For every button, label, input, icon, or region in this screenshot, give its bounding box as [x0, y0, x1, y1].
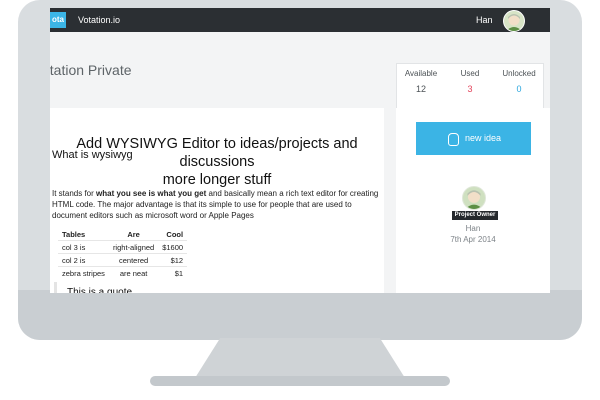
stat-available: Available 12 [397, 64, 445, 94]
page-header: otation Private Available 12 Used 3 Unlo… [50, 32, 550, 109]
owner-name[interactable]: Han [396, 224, 550, 233]
new-idea-label: new idea [465, 133, 502, 143]
user-name[interactable]: Han [476, 8, 493, 32]
description-paragraph: It stands for what you see is what you g… [52, 188, 380, 221]
table-cell: $1 [158, 266, 188, 279]
stat-used: Used 3 [446, 64, 494, 94]
table-row: col 2 is centered $12 [58, 253, 188, 267]
table-cell: $12 [158, 253, 188, 267]
monitor-stand [195, 338, 405, 378]
table-cell: are neat [108, 266, 159, 279]
monitor-stand-base [150, 376, 450, 386]
example-table: Tables Are Cool col 3 is right-aligned $… [58, 228, 188, 279]
brand-name[interactable]: Votation.io [78, 8, 120, 32]
para-prefix: It stands for [52, 189, 97, 198]
vote-stats-panel: Available 12 Used 3 Unlocked 0 [396, 63, 544, 109]
section-heading: What is wysiwyg [52, 149, 133, 161]
para-bold: what you see is what you get [96, 189, 207, 198]
table-header-cell: Tables [62, 229, 86, 239]
idea-title-line2: more longer stuff [162, 172, 272, 188]
table-cell: centered [108, 253, 159, 267]
table-cell: right-aligned [108, 240, 159, 254]
stat-unlocked-value: 0 [516, 84, 522, 94]
table-row: col 3 is right-aligned $1600 [58, 240, 188, 254]
idea-sidebar: new idea Project Owner Han 7th Apr 2014 [396, 108, 550, 293]
stat-used-value: 3 [467, 84, 473, 94]
project-owner-badge: Project Owner [452, 211, 498, 220]
table-row: zebra stripes are neat $1 [58, 266, 188, 279]
monitor-chin [18, 290, 582, 340]
stat-available-label: Available [404, 69, 438, 78]
table-cell: $1600 [158, 240, 188, 254]
stat-unlocked: Unlocked 0 [495, 64, 543, 94]
stat-available-value: 12 [415, 84, 426, 94]
owner-date: 7th Apr 2014 [450, 235, 496, 244]
user-avatar-icon[interactable] [503, 10, 525, 32]
table-header-cell: Cool [166, 229, 184, 239]
table-cell: zebra stripes [58, 266, 109, 279]
blockquote: This is a quote [54, 282, 132, 293]
idea-title: Add WYSIWYG Editor to ideas/projects and… [50, 135, 384, 189]
table-header-row: Tables Are Cool [58, 228, 187, 241]
owner-avatar-icon[interactable] [462, 186, 486, 210]
table-cell: col 2 is [58, 253, 109, 267]
app-screen: ota Votation.io Han otation Private Avai… [50, 8, 550, 293]
table-cell: col 3 is [58, 240, 109, 254]
top-navbar: ota Votation.io Han [50, 8, 550, 32]
page-title: otation Private [50, 62, 132, 78]
new-idea-button[interactable]: new idea [416, 122, 531, 155]
stat-used-label: Used [460, 69, 480, 78]
stat-unlocked-label: Unlocked [502, 69, 536, 78]
table-header-cell: Are [127, 229, 140, 239]
app-logo[interactable]: ota [50, 12, 66, 28]
lightbulb-icon [448, 133, 459, 146]
